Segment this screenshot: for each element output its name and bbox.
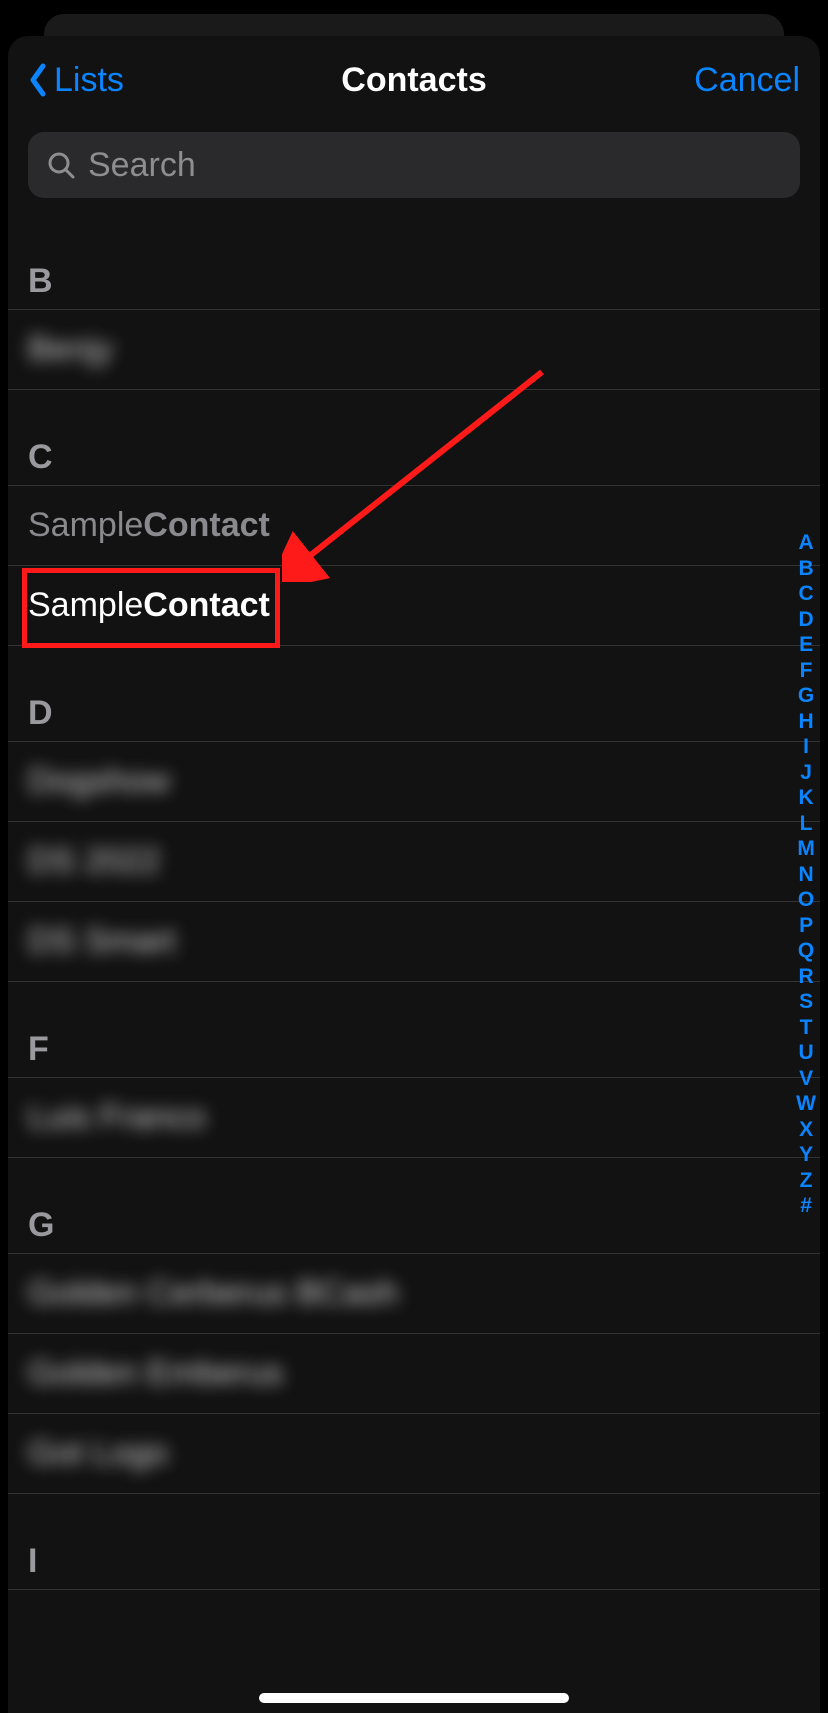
index-letter[interactable]: M xyxy=(797,836,815,862)
section-header-d: D xyxy=(8,646,820,742)
section-header-i: I xyxy=(8,1494,820,1590)
index-letter[interactable]: F xyxy=(800,658,813,684)
search-icon xyxy=(46,150,76,180)
search-bar[interactable] xyxy=(28,132,800,198)
index-letter[interactable]: O xyxy=(798,887,814,913)
home-indicator[interactable] xyxy=(259,1693,569,1703)
index-letter[interactable]: B xyxy=(799,556,814,582)
index-letter[interactable]: H xyxy=(799,709,814,735)
contact-row[interactable]: Sample Contact xyxy=(8,486,820,566)
index-letter[interactable]: D xyxy=(799,607,814,633)
contact-first-name: DS Smart xyxy=(28,922,175,961)
contact-row[interactable]: Sample Contact xyxy=(8,566,820,646)
navbar: Lists Contacts Cancel xyxy=(8,36,820,124)
section-header-f: F xyxy=(8,982,820,1078)
index-letter[interactable]: Q xyxy=(798,938,814,964)
contact-first-name: Benjy xyxy=(28,330,113,369)
section-header-g: G xyxy=(8,1158,820,1254)
chevron-left-icon xyxy=(28,62,48,98)
section-header-b: B xyxy=(8,210,820,310)
index-letter[interactable]: V xyxy=(799,1066,813,1092)
index-letter[interactable]: S xyxy=(799,989,813,1015)
contact-row[interactable]: Got Logo xyxy=(8,1414,820,1494)
index-letter[interactable]: T xyxy=(800,1015,813,1041)
contact-row[interactable]: Benjy xyxy=(8,310,820,390)
contact-row[interactable]: Luis Franco xyxy=(8,1078,820,1158)
contacts-list[interactable]: BBenjyCSample ContactSample ContactDDogs… xyxy=(8,210,820,1590)
index-letter[interactable]: Z xyxy=(800,1168,813,1194)
contact-first-name: DS 2022 xyxy=(28,842,160,881)
contact-first-name: Luis Franco xyxy=(28,1098,206,1137)
contact-first-name: Golden Cerberus BCash xyxy=(28,1274,398,1313)
page-title: Contacts xyxy=(341,61,486,100)
index-letter[interactable]: E xyxy=(799,632,813,658)
contact-last-name: Contact xyxy=(143,586,270,625)
index-letter[interactable]: I xyxy=(803,734,809,760)
contact-last-name: Contact xyxy=(143,506,270,545)
contact-row[interactable]: DS Smart xyxy=(8,902,820,982)
index-letter[interactable]: U xyxy=(799,1040,814,1066)
index-letter[interactable]: R xyxy=(799,964,814,990)
search-input[interactable] xyxy=(88,146,782,185)
index-letter[interactable]: C xyxy=(799,581,814,607)
contact-row[interactable]: Golden Cerberus BCash xyxy=(8,1254,820,1334)
index-letter[interactable]: W xyxy=(796,1091,816,1117)
contact-first-name: Got Logo xyxy=(28,1434,168,1473)
index-letter[interactable]: # xyxy=(800,1193,812,1219)
index-letter[interactable]: N xyxy=(799,862,814,888)
back-button[interactable]: Lists xyxy=(28,61,124,100)
contacts-sheet: Lists Contacts Cancel BBenjyCSample Cont… xyxy=(8,36,820,1713)
contact-first-name: Golden Emberus xyxy=(28,1354,283,1393)
index-letter[interactable]: G xyxy=(798,683,814,709)
contact-row[interactable]: Golden Emberus xyxy=(8,1334,820,1414)
section-header-c: C xyxy=(8,390,820,486)
index-letter[interactable]: X xyxy=(799,1117,813,1143)
contact-first-name: Sample xyxy=(28,506,143,545)
contact-first-name: Sample xyxy=(28,586,143,625)
contact-first-name: Dogshow xyxy=(28,762,170,801)
contact-row[interactable]: Dogshow xyxy=(8,742,820,822)
search-container xyxy=(8,124,820,210)
index-letter[interactable]: A xyxy=(799,530,814,556)
alphabet-index[interactable]: ABCDEFGHIJKLMNOPQRSTUVWXYZ# xyxy=(796,530,816,1219)
contact-row[interactable]: DS 2022 xyxy=(8,822,820,902)
index-letter[interactable]: P xyxy=(799,913,813,939)
index-letter[interactable]: J xyxy=(800,760,812,786)
index-letter[interactable]: Y xyxy=(799,1142,813,1168)
index-letter[interactable]: L xyxy=(800,811,813,837)
index-letter[interactable]: K xyxy=(799,785,814,811)
cancel-button[interactable]: Cancel xyxy=(694,61,800,100)
back-label: Lists xyxy=(54,61,124,100)
